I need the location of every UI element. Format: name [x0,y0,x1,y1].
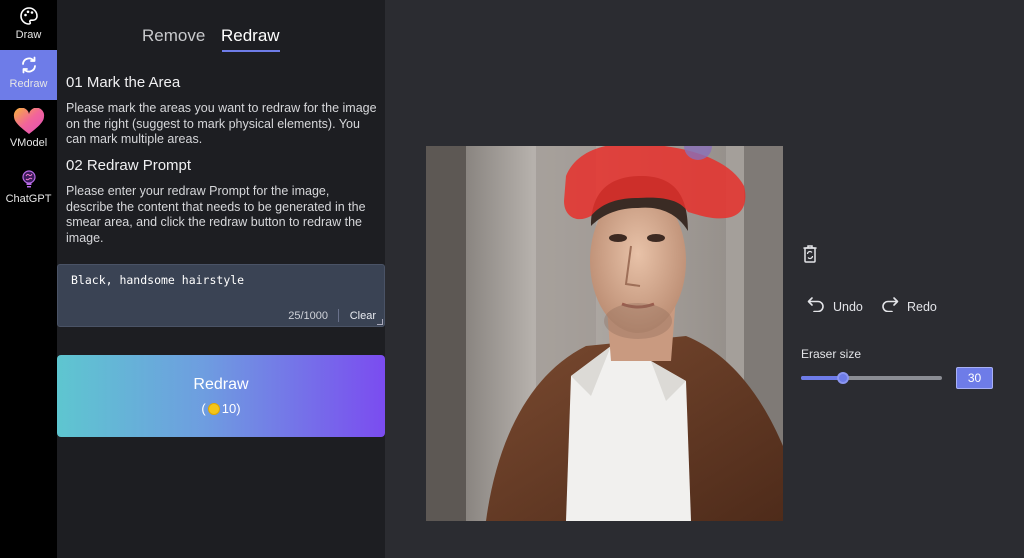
control-panel: Remove Redraw 01 Mark the Area Please ma… [57,0,385,558]
prompt-char-count: 25/1000 [288,310,328,322]
eraser-size-label: Eraser size [801,347,862,361]
tab-remove[interactable]: Remove [142,26,205,46]
redraw-button[interactable]: Redraw (10) [57,355,385,437]
active-tab-indicator [222,50,280,52]
prompt-divider [338,309,339,322]
eraser-size-input[interactable]: 30 [956,367,993,389]
coin-icon [207,403,220,415]
clear-button[interactable]: Clear [350,310,376,322]
redraw-button-label: Redraw [193,376,249,393]
redo-label: Redo [907,299,937,314]
edit-canvas-image[interactable] [426,146,783,521]
prompt-value: Black, handsome hairstyle [71,273,245,287]
redo-button[interactable]: Redo [881,296,937,317]
portrait-illustration [426,146,783,521]
resize-handle[interactable] [377,319,383,325]
eraser-size-slider[interactable] [801,372,942,384]
nav-item-label: Draw [15,29,42,41]
refresh-icon [19,55,39,75]
slider-thumb[interactable] [837,372,849,384]
left-nav: Draw Redraw VModel ChatGPT [0,0,57,558]
step-prompt-title: 02 Redraw Prompt [66,157,192,174]
redo-icon [881,296,899,317]
canvas-area: Undo Redo Eraser size 30 [385,0,1024,558]
undo-label: Undo [833,299,863,314]
nav-item-label: VModel [9,137,48,149]
cost-value: 10 [221,401,237,416]
undo-icon [807,296,825,317]
step-mark-title: 01 Mark the Area [66,74,181,91]
undo-button[interactable]: Undo [807,296,863,317]
nav-item-vmodel[interactable]: VModel [0,108,57,154]
nav-item-draw[interactable]: Draw [0,4,57,48]
cost-open-paren: ( [201,401,206,416]
trash-icon [801,244,819,269]
palette-icon [19,6,39,26]
cost-close-paren: ) [236,401,241,416]
step-mark-description: Please mark the areas you want to redraw… [66,101,377,146]
redraw-cost: (10) [57,401,385,416]
heart-icon [12,108,46,136]
prompt-textarea[interactable]: Black, handsome hairstyle 25/1000 Clear [57,264,385,327]
clear-mask-button[interactable] [801,244,819,269]
nav-item-redraw[interactable]: Redraw [0,50,57,100]
step-prompt-description: Please enter your redraw Prompt for the … [66,184,366,245]
tab-redraw[interactable]: Redraw [221,26,280,46]
app-root: Draw Redraw VModel ChatGPT Remove Redraw… [0,0,1024,558]
nav-item-label: Redraw [9,78,48,90]
nav-item-chatgpt[interactable]: ChatGPT [0,170,57,214]
mode-tabs: Remove Redraw [57,26,385,56]
brain-bulb-icon [20,170,38,190]
nav-item-label: ChatGPT [5,193,52,205]
